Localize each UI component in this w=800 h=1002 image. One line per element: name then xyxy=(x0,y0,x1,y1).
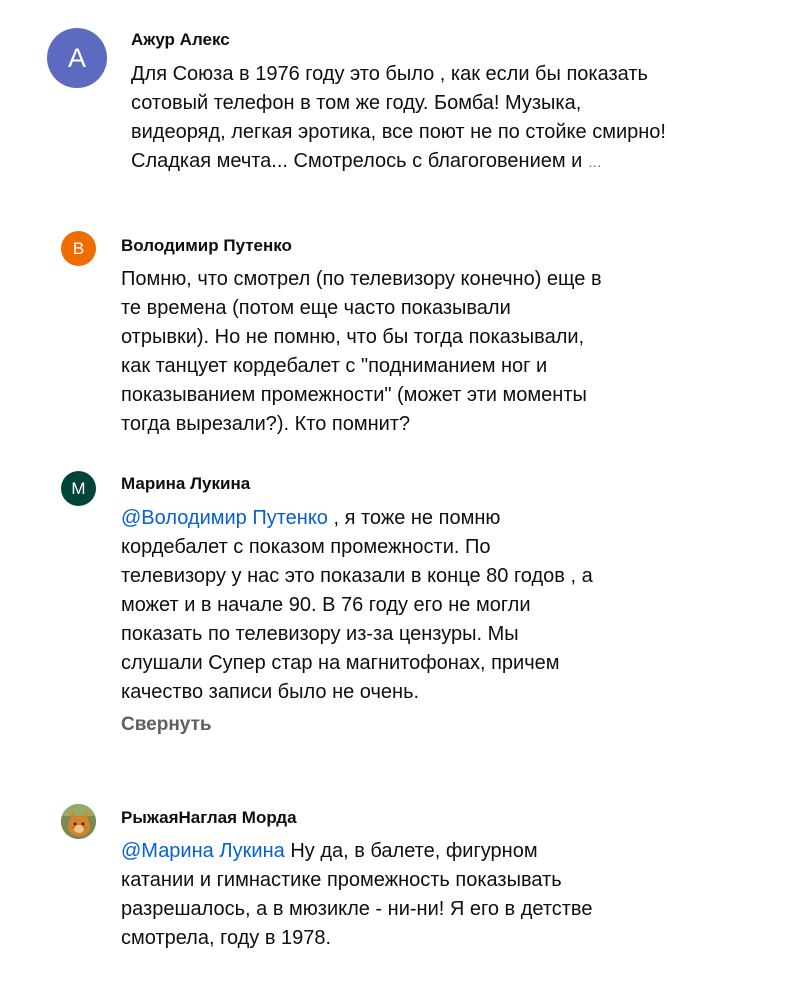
comment-line: кордебалет с показом промежности. По xyxy=(121,536,491,558)
comment-line: сотовый телефон в том же году. Бомба! Му… xyxy=(131,92,582,114)
comment-line-text: , я тоже не помню xyxy=(327,507,501,529)
comment-line: смотрела, году в 1978. xyxy=(121,927,332,949)
comment-line: может и в начале 90. В 76 году его не мо… xyxy=(121,594,531,616)
avatar[interactable]: A xyxy=(47,28,107,88)
comment-line: видеоряд, легкая эротика, все поют не по… xyxy=(131,121,666,143)
comment-line-text: Сладкая мечта... Смотрелось с благоговен… xyxy=(131,150,588,172)
comment-line: как танцует кордебалет с "подниманием но… xyxy=(121,355,548,377)
comment-line: Для Союза в 1976 году это было , как есл… xyxy=(131,63,648,85)
comment-author[interactable]: Володимир Путенко xyxy=(121,236,292,256)
mention-link[interactable]: @Марина Лукина xyxy=(121,840,285,862)
comment-line: слушали Супер стар на магнитофонах, прич… xyxy=(121,652,560,674)
comment-line: Сладкая мечта... Смотрелось с благоговен… xyxy=(131,147,666,177)
avatar[interactable]: B xyxy=(61,231,96,266)
comment-line: тогда вырезали?). Кто помнит? xyxy=(121,413,411,435)
avatar[interactable] xyxy=(61,804,96,839)
comment-line: показать по телевизору из-за цензуры. Мы xyxy=(121,623,519,645)
comment-line-text: Ну да, в балете, фигурном xyxy=(284,840,538,862)
comment-text: @Володимир Путенко , я тоже не помню кор… xyxy=(121,504,593,707)
avatar-letter: A xyxy=(67,42,86,73)
comment-line: катании и гимнастике промежность показыв… xyxy=(121,869,562,891)
avatar-letter: B xyxy=(72,238,85,258)
comment-line: телевизору у нас это показали в конце 80… xyxy=(121,565,593,587)
comment-author[interactable]: Ажур Алекс xyxy=(131,30,230,50)
collapse-button[interactable]: Свернуть xyxy=(121,714,212,736)
comment-author[interactable]: РыжаяНаглая Морда xyxy=(121,808,297,828)
comment-line: отрывки). Но не помню, что бы тогда пока… xyxy=(121,326,585,348)
mention-link[interactable]: @Володимир Путенко xyxy=(121,507,328,529)
comment-line: показыванием промежности" (может эти мом… xyxy=(121,384,587,406)
comment-text: Помню, что смотрел (по телевизору конечн… xyxy=(121,265,602,439)
comment-author[interactable]: Марина Лукина xyxy=(121,474,250,494)
comment-text: Для Союза в 1976 году это было , как есл… xyxy=(131,60,666,177)
comment-line: @Марина Лукина Ну да, в балете, фигурном xyxy=(121,837,592,866)
cat-photo-icon xyxy=(61,804,96,839)
comment-line: разрешалось, а в мюзикле - ни-ни! Я его … xyxy=(121,898,593,920)
comment-text: @Марина Лукина Ну да, в балете, фигурном… xyxy=(121,837,592,953)
avatar[interactable]: M xyxy=(61,471,96,506)
read-more-ellipsis[interactable]: … xyxy=(588,154,602,170)
avatar-letter: M xyxy=(71,478,86,498)
comment-line: качество записи было не очень. xyxy=(121,681,420,703)
comment-line: @Володимир Путенко , я тоже не помню xyxy=(121,504,593,533)
comment-line: Помню, что смотрел (по телевизору конечн… xyxy=(121,268,602,290)
comment-line: те времена (потом еще часто показывали xyxy=(121,297,511,319)
